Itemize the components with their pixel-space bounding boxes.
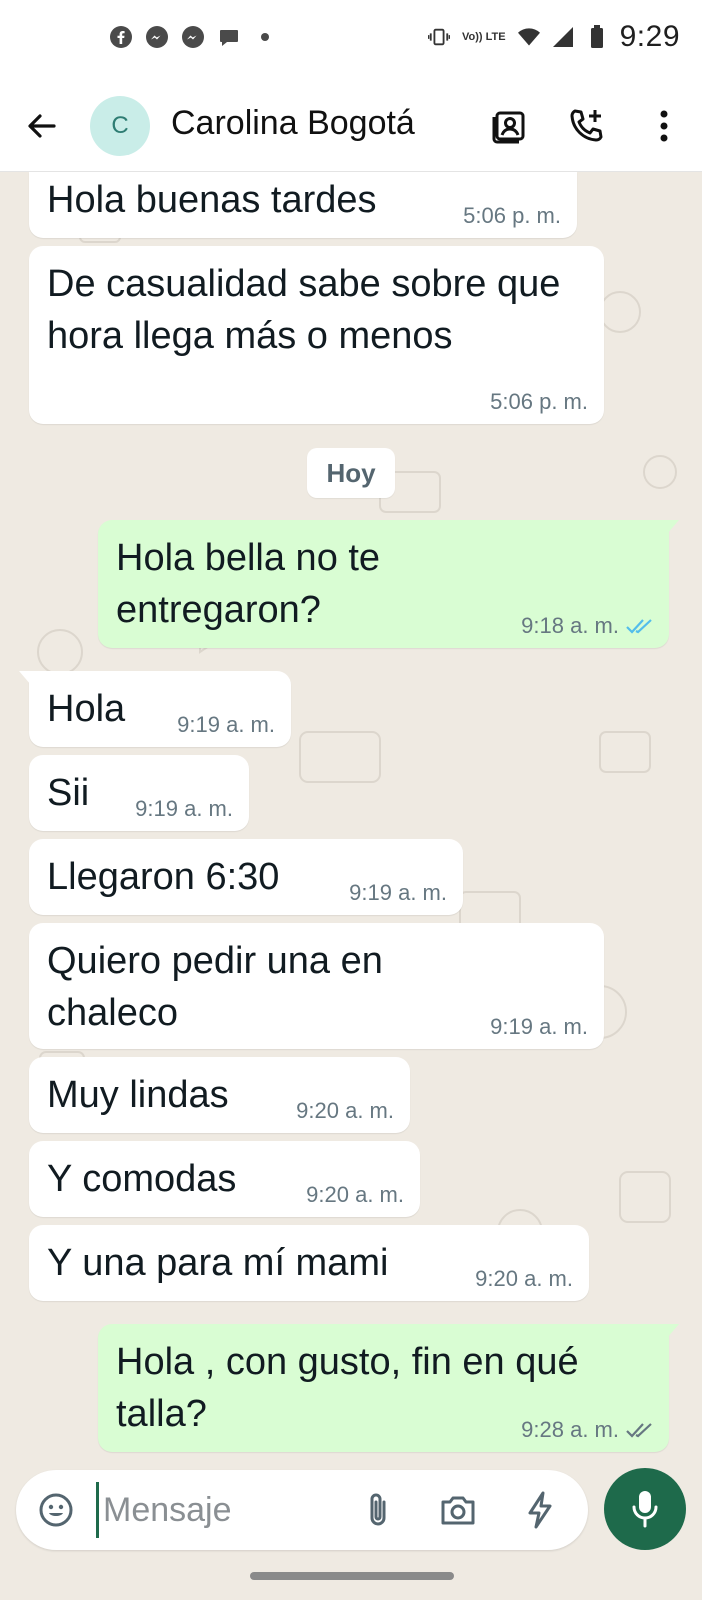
message-text: De casualidad sabe sobre que hora llega … xyxy=(47,263,561,357)
chat-header: C Carolina Bogotá xyxy=(0,80,702,172)
message-time: 9:19 a. m. xyxy=(177,712,275,737)
system-icons: Vo)) LTE 9:29 xyxy=(428,20,680,54)
message-meta: 5:06 p. m. xyxy=(463,204,561,228)
message-bubble-outgoing[interactable]: Hola bella no te entregaron? 9:18 a. m. xyxy=(98,520,679,648)
message-text: Sii xyxy=(47,772,90,814)
message-time: 9:19 a. m. xyxy=(349,880,447,905)
chat-bubble-icon xyxy=(218,26,240,48)
bolt-icon[interactable] xyxy=(520,1490,560,1530)
facebook-icon xyxy=(110,26,132,48)
date-chip: Hoy xyxy=(307,448,395,498)
message-meta: 9:19 a. m. xyxy=(349,881,447,905)
message-time: 9:20 a. m. xyxy=(306,1182,404,1207)
message-text: Hola buenas tardes xyxy=(47,179,377,221)
message-text: Quiero pedir una en chaleco xyxy=(47,940,383,1034)
double-check-read-icon xyxy=(626,619,652,634)
message-meta: 5:06 p. m. xyxy=(490,390,588,414)
message-bubble-incoming[interactable]: Y una para mí mami 9:20 a. m. xyxy=(29,1225,589,1301)
message-text: Llegaron 6:30 xyxy=(47,856,280,898)
message-bubble-incoming[interactable]: Sii 9:19 a. m. xyxy=(29,755,249,831)
dot-icon xyxy=(254,26,276,48)
message-bubble-outgoing[interactable]: Hola , con gusto, fin en qué talla? 9:28… xyxy=(98,1324,679,1452)
message-meta: 9:20 a. m. xyxy=(296,1099,394,1123)
volte-icon: Vo)) LTE xyxy=(462,30,506,43)
message-bubble-incoming[interactable]: Muy lindas 9:20 a. m. xyxy=(29,1057,410,1133)
message-bubble-incoming[interactable]: Llegaron 6:30 9:19 a. m. xyxy=(29,839,463,915)
signal-icon xyxy=(552,26,574,48)
message-text: Y comodas xyxy=(47,1158,237,1200)
status-bar: Vo)) LTE 9:29 xyxy=(0,0,702,80)
message-time: 9:19 a. m. xyxy=(135,796,233,821)
attach-icon[interactable] xyxy=(358,1490,398,1530)
vibrate-icon xyxy=(428,26,451,48)
message-composer xyxy=(16,1470,588,1550)
home-indicator[interactable] xyxy=(250,1572,454,1580)
message-meta: 9:20 a. m. xyxy=(475,1267,573,1291)
double-check-delivered-icon xyxy=(626,1423,652,1438)
bubble-tail xyxy=(667,1324,679,1338)
message-time: 9:28 a. m. xyxy=(521,1417,619,1442)
message-meta: 9:19 a. m. xyxy=(135,797,233,821)
mic-button[interactable] xyxy=(604,1468,686,1550)
bubble-tail xyxy=(19,671,31,685)
contact-card-icon[interactable] xyxy=(488,104,532,148)
battery-icon xyxy=(586,25,608,48)
message-bubble-incoming[interactable]: Hola 9:19 a. m. xyxy=(19,671,291,747)
message-meta: 9:19 a. m. xyxy=(490,1015,588,1039)
back-arrow-icon[interactable] xyxy=(22,106,62,146)
message-time: 9:18 a. m. xyxy=(521,613,619,638)
message-text: Hola bella no te entregaron? xyxy=(116,537,381,631)
contact-name[interactable]: Carolina Bogotá xyxy=(171,104,415,143)
message-meta: 9:28 a. m. xyxy=(521,1418,653,1442)
message-bubble-incoming[interactable]: Y comodas 9:20 a. m. xyxy=(29,1141,420,1217)
message-input[interactable] xyxy=(96,1482,346,1538)
more-vert-icon[interactable] xyxy=(642,104,686,148)
messenger-icon xyxy=(146,26,168,48)
message-time: 5:06 p. m. xyxy=(463,203,561,228)
message-text: Hola xyxy=(47,688,126,730)
chat-area[interactable]: Hoy Hola buenas tardes 5:06 p. m. De cas… xyxy=(0,172,702,1468)
message-text: Hola , con gusto, fin en qué talla? xyxy=(116,1341,579,1435)
message-text: Y una para mí mami xyxy=(47,1242,389,1284)
message-meta: 9:18 a. m. xyxy=(521,614,653,638)
add-call-icon[interactable] xyxy=(564,104,608,148)
message-time: 9:20 a. m. xyxy=(296,1098,394,1123)
wifi-icon xyxy=(517,26,540,48)
status-time: 9:29 xyxy=(619,20,680,53)
notification-icons xyxy=(110,26,276,48)
message-bubble-incoming[interactable]: Hola buenas tardes 5:06 p. m. xyxy=(29,172,577,238)
message-meta: 9:19 a. m. xyxy=(177,713,275,737)
message-time: 5:06 p. m. xyxy=(490,389,588,414)
camera-icon[interactable] xyxy=(438,1490,478,1530)
emoji-icon[interactable] xyxy=(36,1490,76,1530)
message-text: Muy lindas xyxy=(47,1074,229,1116)
message-time: 9:19 a. m. xyxy=(490,1014,588,1039)
message-bubble-incoming[interactable]: De casualidad sabe sobre que hora llega … xyxy=(29,246,604,424)
avatar[interactable]: C xyxy=(90,96,150,156)
bubble-tail xyxy=(667,520,679,534)
message-bubble-incoming[interactable]: Quiero pedir una en chaleco 9:19 a. m. xyxy=(29,923,604,1049)
mic-icon xyxy=(632,1491,658,1528)
message-time: 9:20 a. m. xyxy=(475,1266,573,1291)
messenger-icon xyxy=(182,26,204,48)
message-meta: 9:20 a. m. xyxy=(306,1183,404,1207)
system-nav-bar xyxy=(0,1560,702,1600)
